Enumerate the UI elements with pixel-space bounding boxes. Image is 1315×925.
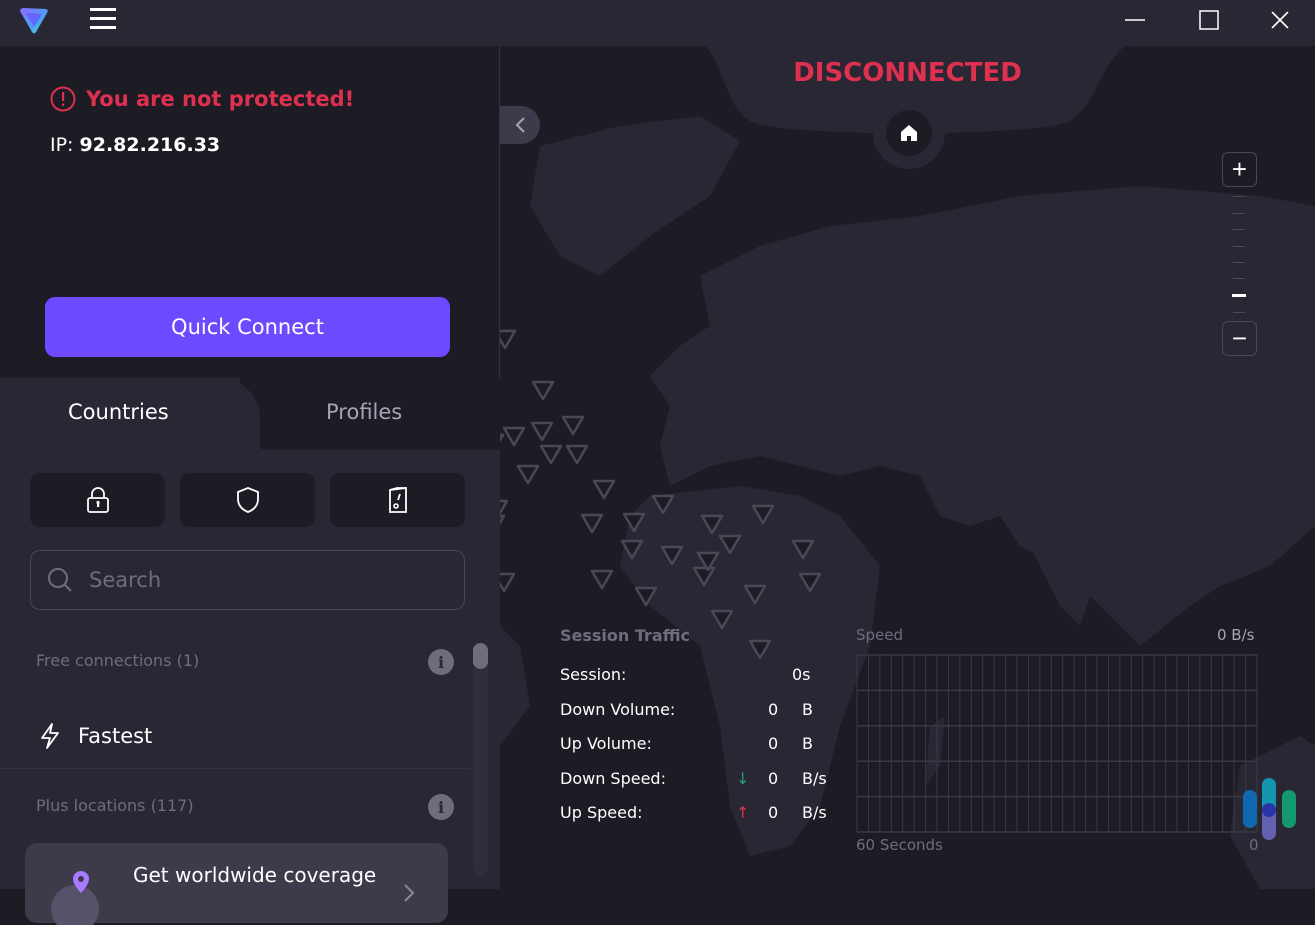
session-row: Session: 0s (560, 665, 811, 684)
speed-chart-x-start: 60 Seconds (856, 836, 943, 854)
ip-address: IP: 92.82.216.33 (50, 134, 220, 156)
up-volume-row: Up Volume: 0 B (560, 734, 813, 753)
server-marker[interactable] (565, 444, 589, 465)
minimize-button[interactable] (1100, 0, 1170, 40)
free-connections-info-icon[interactable]: i (428, 649, 454, 675)
netshield-filter-button[interactable] (180, 473, 315, 527)
tab-bar: Countries Profiles (0, 378, 500, 450)
fastest-server-item[interactable]: Fastest (0, 703, 470, 769)
shield-icon (236, 487, 259, 513)
server-marker[interactable] (592, 479, 616, 500)
protection-warning: You are not protected! (50, 86, 354, 112)
maximize-button[interactable] (1174, 0, 1244, 40)
fastest-label: Fastest (78, 723, 153, 748)
plus-locations-info-icon[interactable]: i (428, 794, 454, 820)
server-marker[interactable] (700, 514, 724, 535)
ip-label: IP: (50, 134, 74, 156)
tab-countries[interactable]: Countries (68, 400, 169, 424)
server-marker[interactable] (692, 566, 716, 587)
server-marker[interactable] (561, 415, 585, 436)
down-speed-row: Down Speed: ↓ 0 B/s (560, 769, 827, 788)
server-marker[interactable] (500, 572, 516, 593)
server-marker[interactable] (718, 534, 742, 555)
server-marker[interactable] (500, 433, 505, 452)
server-marker[interactable] (743, 584, 767, 605)
speed-chart-label: Speed (856, 626, 904, 644)
quick-connect-button[interactable]: Quick Connect (45, 297, 450, 357)
zoom-out-button[interactable]: − (1222, 321, 1257, 356)
kill-switch-filter-button[interactable] (330, 473, 465, 527)
speed-chart-max: 0 B/s (1217, 626, 1255, 644)
server-marker[interactable] (660, 545, 684, 566)
server-marker[interactable] (530, 421, 554, 442)
session-traffic-title: Session Traffic (560, 626, 691, 645)
tab-profiles[interactable]: Profiles (326, 400, 402, 424)
server-marker[interactable] (651, 494, 675, 515)
close-button[interactable] (1245, 0, 1315, 40)
server-list-panel: Countries Profiles Search Free connectio… (0, 378, 500, 925)
collapse-sidebar-button[interactable] (500, 106, 540, 144)
server-marker[interactable] (791, 539, 815, 560)
lightning-icon (41, 722, 59, 749)
server-marker[interactable] (798, 572, 822, 593)
home-button[interactable] (886, 110, 932, 156)
app-logo-icon (20, 8, 48, 34)
server-marker[interactable] (710, 609, 734, 630)
server-marker[interactable] (620, 539, 644, 560)
search-icon (48, 568, 72, 592)
server-marker[interactable] (531, 380, 555, 401)
server-marker[interactable] (748, 639, 772, 660)
server-marker[interactable] (516, 464, 540, 485)
up-speed-row: Up Speed: ↑ 0 B/s (560, 803, 827, 822)
title-bar (0, 0, 1315, 46)
home-icon (901, 125, 917, 141)
down-arrow-icon: ↓ (736, 769, 750, 788)
server-marker[interactable] (539, 444, 563, 465)
search-input[interactable] (89, 568, 429, 592)
scrollbar-thumb[interactable] (473, 643, 488, 669)
ip-value: 92.82.216.33 (79, 134, 221, 156)
upgrade-promo-card[interactable]: Get worldwide coverage (25, 843, 448, 925)
server-marker[interactable] (580, 513, 604, 534)
server-marker[interactable] (622, 512, 646, 533)
feature-filters (30, 473, 465, 527)
server-marker[interactable] (590, 569, 614, 590)
down-volume-row: Down Volume: 0 B (560, 700, 813, 719)
zoom-level-indicator[interactable] (1232, 294, 1246, 297)
hamburger-menu-icon[interactable] (90, 8, 116, 30)
alert-icon (50, 86, 76, 112)
globe-pin-icon (51, 871, 99, 925)
floating-widget-icon[interactable] (1241, 778, 1301, 842)
promo-title: Get worldwide coverage (133, 863, 377, 887)
scrollbar[interactable] (473, 643, 488, 875)
zoom-in-button[interactable]: + (1222, 152, 1257, 187)
maximize-icon (1199, 10, 1219, 30)
warning-text: You are not protected! (86, 87, 355, 111)
server-marker[interactable] (502, 426, 526, 447)
kill-switch-icon (388, 486, 407, 513)
chevron-left-icon (515, 117, 525, 133)
up-arrow-icon: ↑ (736, 803, 750, 822)
sidebar: You are not protected! IP: 92.82.216.33 … (0, 46, 500, 925)
free-connections-label: Free connections (1) (36, 651, 200, 670)
server-marker[interactable] (634, 586, 658, 607)
close-icon (1271, 11, 1289, 29)
minimize-icon (1125, 19, 1145, 21)
speed-chart-grid (856, 654, 1258, 833)
world-map[interactable]: DISCONNECTED + − Session Traffic Session… (500, 46, 1315, 889)
server-marker[interactable] (500, 514, 506, 533)
search-field[interactable] (30, 550, 465, 610)
server-marker[interactable] (500, 329, 517, 350)
lock-icon (86, 487, 109, 513)
secure-core-filter-button[interactable] (30, 473, 165, 527)
plus-locations-label: Plus locations (117) (36, 796, 194, 815)
server-marker[interactable] (751, 504, 775, 525)
chevron-right-icon (404, 884, 415, 902)
